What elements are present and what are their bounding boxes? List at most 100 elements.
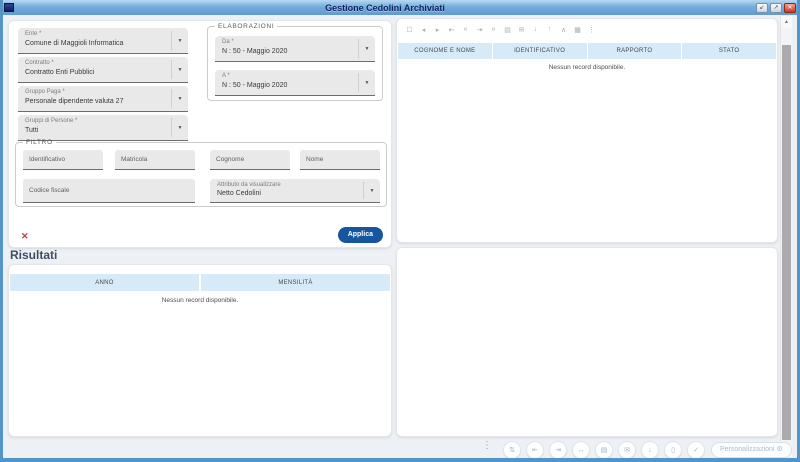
first-page-icon[interactable]: ⇤ [447,26,456,34]
a-value: N : 50 - Maggio 2020 [222,82,288,89]
document-button[interactable]: ▤ [595,441,613,458]
cognome-input[interactable] [210,150,290,170]
first-page-icon: ⇤ [532,447,538,454]
app-icon [4,3,14,12]
col-mensilita[interactable]: MENSILITÀ [201,274,390,291]
check-button[interactable]: ✓ [687,441,705,458]
download-button[interactable]: ↓ [641,441,659,458]
elaborazioni-a-select[interactable]: A * N : 50 - Maggio 2020 ▼ [215,70,375,96]
archive-table-header: COGNOME E NOME IDENTIFICATIVO RAPPORTO S… [398,43,776,59]
upload-icon[interactable]: ↑ [545,26,554,34]
gruppi-persone-select[interactable]: Gruppi di Persone * Tutti ▼ [18,115,188,141]
gruppo-paga-label: Gruppo Paga * [25,89,65,95]
mail-icon: ✉ [624,447,630,454]
personalizzazioni-button[interactable]: Personalizzazioni ⚙ [711,442,792,458]
page-back-icon[interactable]: « [461,26,470,34]
col-rapporto[interactable]: RAPPORTO [588,43,683,59]
expand-button[interactable]: ↔ [572,441,590,458]
more-options-icon[interactable]: ⋮ [482,440,492,451]
last-page-button[interactable]: ⇥ [549,441,567,458]
ente-select[interactable]: Ente * Comune di Maggioli Informatica ▼ [18,28,188,54]
mail-icon[interactable]: ✉ [517,26,526,34]
last-page-icon: ⇥ [555,447,561,454]
archive-toolbar: ☐ ◂ ▸ ⇤ « ⇥ » ▤ ✉ ↓ ↑ ∧ ▦ ⋮ [405,26,596,34]
col-anno[interactable]: ANNO [10,274,201,291]
elaborazioni-fieldset: ELABORAZIONI Da * N : 50 - Maggio 2020 ▼… [207,23,383,101]
ente-value: Comune di Maggioli Informatica [25,40,124,47]
check-circle-icon: ✓ [693,447,699,454]
download-icon: ↓ [648,446,652,454]
elaborazioni-legend: ELABORAZIONI [218,23,275,30]
contratto-label: Contratto * [25,60,54,66]
codice-fiscale-input[interactable] [23,179,195,203]
a-label: A * [222,73,230,79]
expand-icon: ↔ [577,446,585,454]
identificativo-input[interactable] [23,150,103,170]
maximize-button[interactable]: ↗ [770,2,782,13]
document-icon: ▤ [600,447,608,454]
gear-icon: ⚙ [776,446,783,453]
select-all-icon[interactable]: ☐ [405,26,414,34]
chevron-down-icon: ▼ [171,60,188,79]
app-window: Gestione Cedolini Archiviati ↙ ↗ ✕ Ente … [0,0,800,462]
contratto-value: Contratto Enti Pubblici [25,69,95,76]
matricola-input[interactable] [115,150,195,170]
attributo-label: Attributo da visualizzare [217,182,281,188]
filtro-legend: FILTRO [26,139,53,146]
contratto-select[interactable]: Contratto * Contratto Enti Pubblici ▼ [18,57,188,83]
vertical-scrollbar[interactable]: ▲ ▼ [780,16,792,457]
filters-panel: Ente * Comune di Maggioli Informatica ▼ … [8,20,392,248]
gruppi-persone-value: Tutti [25,127,39,134]
clear-filters-button[interactable]: ✕ [21,231,29,242]
chevron-down-icon: ▼ [171,89,188,108]
applica-button[interactable]: Applica [337,227,383,243]
nav-next-icon[interactable]: ▸ [433,26,442,34]
download-icon[interactable]: ↓ [531,26,540,34]
col-identificativo[interactable]: IDENTIFICATIVO [493,43,588,59]
risultati-table-header: ANNO MENSILITÀ [10,274,390,291]
gruppi-persone-label: Gruppi di Persone * [25,118,78,124]
personalizzazioni-label: Personalizzazioni [720,446,775,453]
report-button[interactable]: ▯ [664,441,682,458]
archive-detail-panel [396,247,778,437]
da-label: Da * [222,39,234,45]
gruppo-paga-select[interactable]: Gruppo Paga * Personale dipendente valut… [18,86,188,112]
window-title: Gestione Cedolini Archiviati [325,2,445,13]
nome-input[interactable] [300,150,380,170]
export-button[interactable]: ⇅ [503,441,521,458]
page-forward-icon[interactable]: » [489,26,498,34]
scrollbar-thumb[interactable] [782,45,791,440]
chevron-down-icon: ▼ [358,39,375,58]
nav-prev-icon[interactable]: ◂ [419,26,428,34]
archive-empty-text: Nessun record disponibile. [548,64,626,71]
archive-panel: ☐ ◂ ▸ ⇤ « ⇥ » ▤ ✉ ↓ ↑ ∧ ▦ ⋮ COGNOME E NO… [396,18,778,243]
risultati-panel: ANNO MENSILITÀ Nessun record disponibile… [8,264,392,437]
gruppo-paga-value: Personale dipendente valuta 27 [25,98,124,105]
export-icon: ⇅ [509,447,515,454]
chevron-down-icon: ▼ [171,31,188,50]
risultati-empty-text: Nessun record disponibile. [161,297,239,304]
close-button[interactable]: ✕ [784,2,796,13]
first-page-button[interactable]: ⇤ [526,441,544,458]
scroll-up-icon[interactable]: ▲ [781,16,792,28]
grid-icon[interactable]: ▦ [573,26,582,34]
mail-button[interactable]: ✉ [618,441,636,458]
ente-label: Ente * [25,31,42,37]
title-bar: Gestione Cedolini Archiviati ↙ ↗ ✕ [3,0,797,15]
more-icon[interactable]: ⋮ [587,26,596,34]
collapse-icon[interactable]: ∧ [559,26,568,34]
attributo-select[interactable]: Attributo da visualizzare Netto Cedolini… [210,179,380,203]
chevron-down-icon: ▼ [363,182,380,199]
da-value: N : 50 - Maggio 2020 [222,48,288,55]
risultati-title: Risultati [10,248,58,262]
attributo-value: Netto Cedolini [217,190,261,197]
chevron-down-icon: ▼ [171,118,188,137]
copy-icon[interactable]: ▤ [503,26,512,34]
filtro-fieldset: FILTRO Attributo da visualizzare Netto C… [15,139,387,207]
elaborazioni-da-select[interactable]: Da * N : 50 - Maggio 2020 ▼ [215,36,375,62]
last-page-icon[interactable]: ⇥ [475,26,484,34]
minimize-button[interactable]: ↙ [756,2,768,13]
chevron-down-icon: ▼ [358,73,375,92]
col-cognome-nome[interactable]: COGNOME E NOME [398,43,493,59]
col-stato[interactable]: STATO [682,43,776,59]
